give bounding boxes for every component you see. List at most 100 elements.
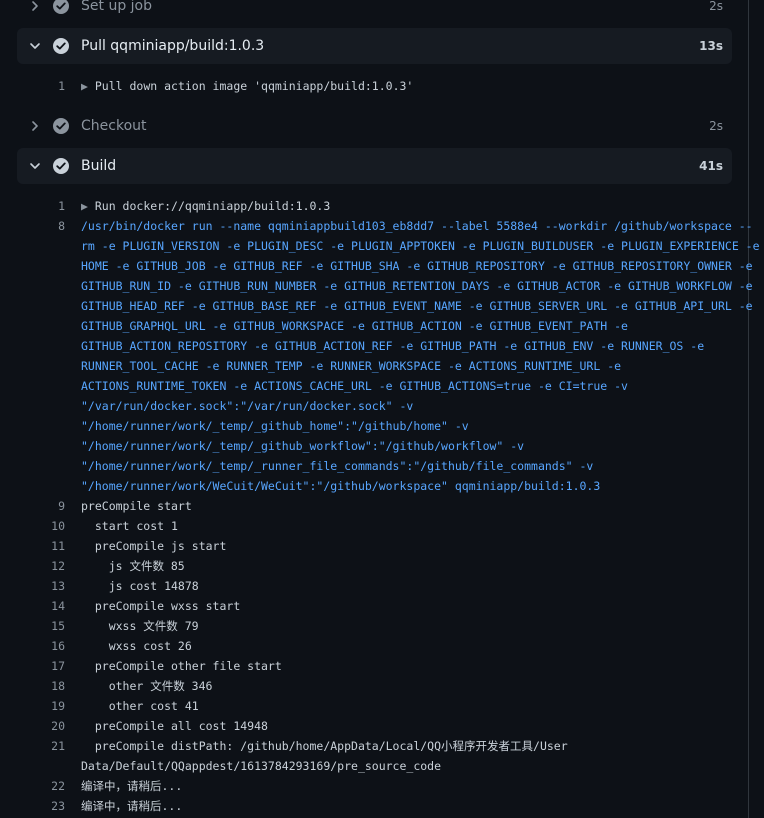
expand-triangle-icon[interactable]: ▶: [81, 199, 95, 213]
step-2[interactable]: Checkout 2s: [17, 108, 732, 144]
log-text: GITHUB_ACTION_REPOSITORY -e GITHUB_ACTIO…: [81, 339, 705, 353]
log-text: RUNNER_TOOL_CACHE -e RUNNER_TEMP -e RUNN…: [81, 359, 622, 373]
log-line: rm -e PLUGIN_VERSION -e PLUGIN_DESC -e P…: [0, 236, 760, 256]
step-1[interactable]: Pull qqminiapp/build:1.0.3 13s: [17, 28, 732, 64]
log-line: "/var/run/docker.sock":"/var/run/docker.…: [0, 396, 748, 416]
line-number[interactable]: 1: [0, 76, 65, 96]
log-text: js cost 14878: [81, 579, 199, 593]
log-text: 编译中，请稍后...: [81, 779, 183, 793]
log-line: 8/usr/bin/docker run --name qqminiappbui…: [0, 216, 753, 236]
log-line: 16 wxss cost 26: [0, 636, 748, 656]
scrollbar[interactable]: [748, 0, 749, 818]
chevron-down-icon[interactable]: [25, 156, 45, 176]
step-duration: 2s: [709, 119, 723, 133]
log-text: "/home/runner/work/_temp/_github_home":"…: [81, 419, 469, 433]
expand-triangle-icon[interactable]: ▶: [81, 79, 95, 93]
log-text: Data/Default/QQappdest/1613784293169/pre…: [81, 759, 442, 773]
log-line: 9 preCompile start: [0, 496, 748, 516]
log-line: Data/Default/QQappdest/1613784293169/pre…: [0, 756, 748, 776]
check-circle-icon: [52, 117, 70, 135]
log-text: rm -e PLUGIN_VERSION -e PLUGIN_DESC -e P…: [81, 239, 760, 253]
log-line: 15 wxss 文件数 79: [0, 616, 748, 636]
log-line: 13 js cost 14878: [0, 576, 748, 596]
step-duration: 2s: [709, 0, 723, 13]
log-text: preCompile wxss start: [81, 599, 241, 613]
log-line: HOME -e GITHUB_JOB -e GITHUB_REF -e GITH…: [0, 256, 753, 276]
log-text: /usr/bin/docker run --name qqminiappbuil…: [81, 219, 753, 233]
log-line: 20 preCompile all cost 14948: [0, 716, 748, 736]
line-number[interactable]: 1: [0, 196, 65, 216]
line-number[interactable]: 15: [0, 616, 65, 636]
log-text: preCompile distPath: /github/home/AppDat…: [81, 739, 568, 753]
log-text: js 文件数 85: [81, 559, 185, 573]
log-text: preCompile all cost 14948: [81, 719, 268, 733]
log-text: wxss cost 26: [81, 639, 192, 653]
log-line: "/home/runner/work/_temp/_github_home":"…: [0, 416, 748, 436]
line-number[interactable]: 22: [0, 776, 65, 796]
log-line: RUNNER_TOOL_CACHE -e RUNNER_TEMP -e RUNN…: [0, 356, 748, 376]
log-line: "/home/runner/work/_temp/_github_workflo…: [0, 436, 748, 456]
log-group-label: Run docker://qqminiapp/build:1.0.3: [94, 199, 331, 213]
log-text: GITHUB_HEAD_REF -e GITHUB_BASE_REF -e GI…: [81, 299, 753, 313]
line-number[interactable]: 9: [0, 496, 65, 516]
log-line: GITHUB_HEAD_REF -e GITHUB_BASE_REF -e GI…: [0, 296, 753, 316]
log-line: "/home/runner/work/_temp/_runner_file_co…: [0, 456, 748, 476]
log-line: 1 ▶ Pull down action image 'qqminiapp/bui…: [0, 76, 748, 96]
step-name: Pull qqminiapp/build:1.0.3: [81, 38, 265, 54]
line-number[interactable]: 17: [0, 656, 65, 676]
log-line: 14 preCompile wxss start: [0, 596, 748, 616]
log-text: "/home/runner/work/_temp/_github_workflo…: [81, 439, 525, 453]
line-number[interactable]: 19: [0, 696, 65, 716]
line-number[interactable]: 14: [0, 596, 65, 616]
log-line: GITHUB_ACTION_REPOSITORY -e GITHUB_ACTIO…: [0, 336, 748, 356]
log-text: "/home/runner/work/_temp/_runner_file_co…: [81, 459, 594, 473]
log-text: preCompile start: [81, 499, 192, 513]
line-number[interactable]: 20: [0, 716, 65, 736]
line-number[interactable]: 13: [0, 576, 65, 596]
line-number[interactable]: 10: [0, 516, 65, 536]
chevron-right-icon[interactable]: [25, 116, 45, 136]
log-text: "/var/run/docker.sock":"/var/run/docker.…: [81, 399, 414, 413]
chevron-right-icon[interactable]: [25, 0, 45, 16]
log-line: 1 ▶ Run docker://qqminiapp/build:1.0.3: [0, 196, 748, 216]
log-line: 12 js 文件数 85: [0, 556, 748, 576]
log-line: 10 start cost 1: [0, 516, 748, 536]
line-number[interactable]: 23: [0, 796, 65, 816]
check-circle-icon: [52, 0, 70, 15]
check-circle-icon: [52, 37, 70, 55]
line-number[interactable]: 11: [0, 536, 65, 556]
log-line: 21 preCompile distPath: /github/home/App…: [0, 736, 748, 756]
log-line: "/home/runner/work/WeCuit/WeCuit":"/gith…: [0, 476, 748, 496]
log-group-header[interactable]: ▶ Run docker://qqminiapp/build:1.0.3: [81, 196, 330, 216]
log-text: 编译中，请稍后...: [81, 799, 183, 813]
line-number[interactable]: 18: [0, 676, 65, 696]
step-0[interactable]: Set up job 2s: [17, 0, 732, 24]
step-duration: 41s: [699, 159, 723, 173]
log-text: ACTIONS_RUNTIME_TOKEN -e ACTIONS_CACHE_U…: [81, 379, 628, 393]
log-line: 11 preCompile js start: [0, 536, 748, 556]
log-text: preCompile js start: [81, 539, 227, 553]
step-name: Build: [81, 158, 117, 174]
line-number[interactable]: 8: [0, 216, 65, 236]
step-3[interactable]: Build 41s: [17, 148, 732, 184]
log-group-label: Pull down action image 'qqminiapp/build:…: [94, 79, 414, 93]
log-text: wxss 文件数 79: [81, 619, 199, 633]
check-circle-icon: [52, 157, 70, 175]
log-group-header[interactable]: ▶ Pull down action image 'qqminiapp/buil…: [81, 76, 413, 96]
log-text: "/home/runner/work/WeCuit/WeCuit":"/gith…: [81, 479, 601, 493]
log-text: other 文件数 346: [81, 679, 213, 693]
chevron-down-icon[interactable]: [25, 36, 45, 56]
line-number[interactable]: 21: [0, 736, 65, 756]
step-duration: 13s: [699, 39, 723, 53]
log-text: GITHUB_GRAPHQL_URL -e GITHUB_WORKSPACE -…: [81, 319, 628, 333]
line-number[interactable]: 16: [0, 636, 65, 656]
log-text: preCompile other file start: [81, 659, 282, 673]
step-name: Set up job: [81, 0, 152, 14]
line-number[interactable]: 12: [0, 556, 65, 576]
step-name: Checkout: [81, 118, 147, 134]
log-line: 22 编译中，请稍后...: [0, 776, 748, 796]
log-line: GITHUB_RUN_ID -e GITHUB_RUN_NUMBER -e GI…: [0, 276, 753, 296]
log-line: 18 other 文件数 346: [0, 676, 748, 696]
log-text: start cost 1: [81, 519, 178, 533]
log-line: 17 preCompile other file start: [0, 656, 748, 676]
